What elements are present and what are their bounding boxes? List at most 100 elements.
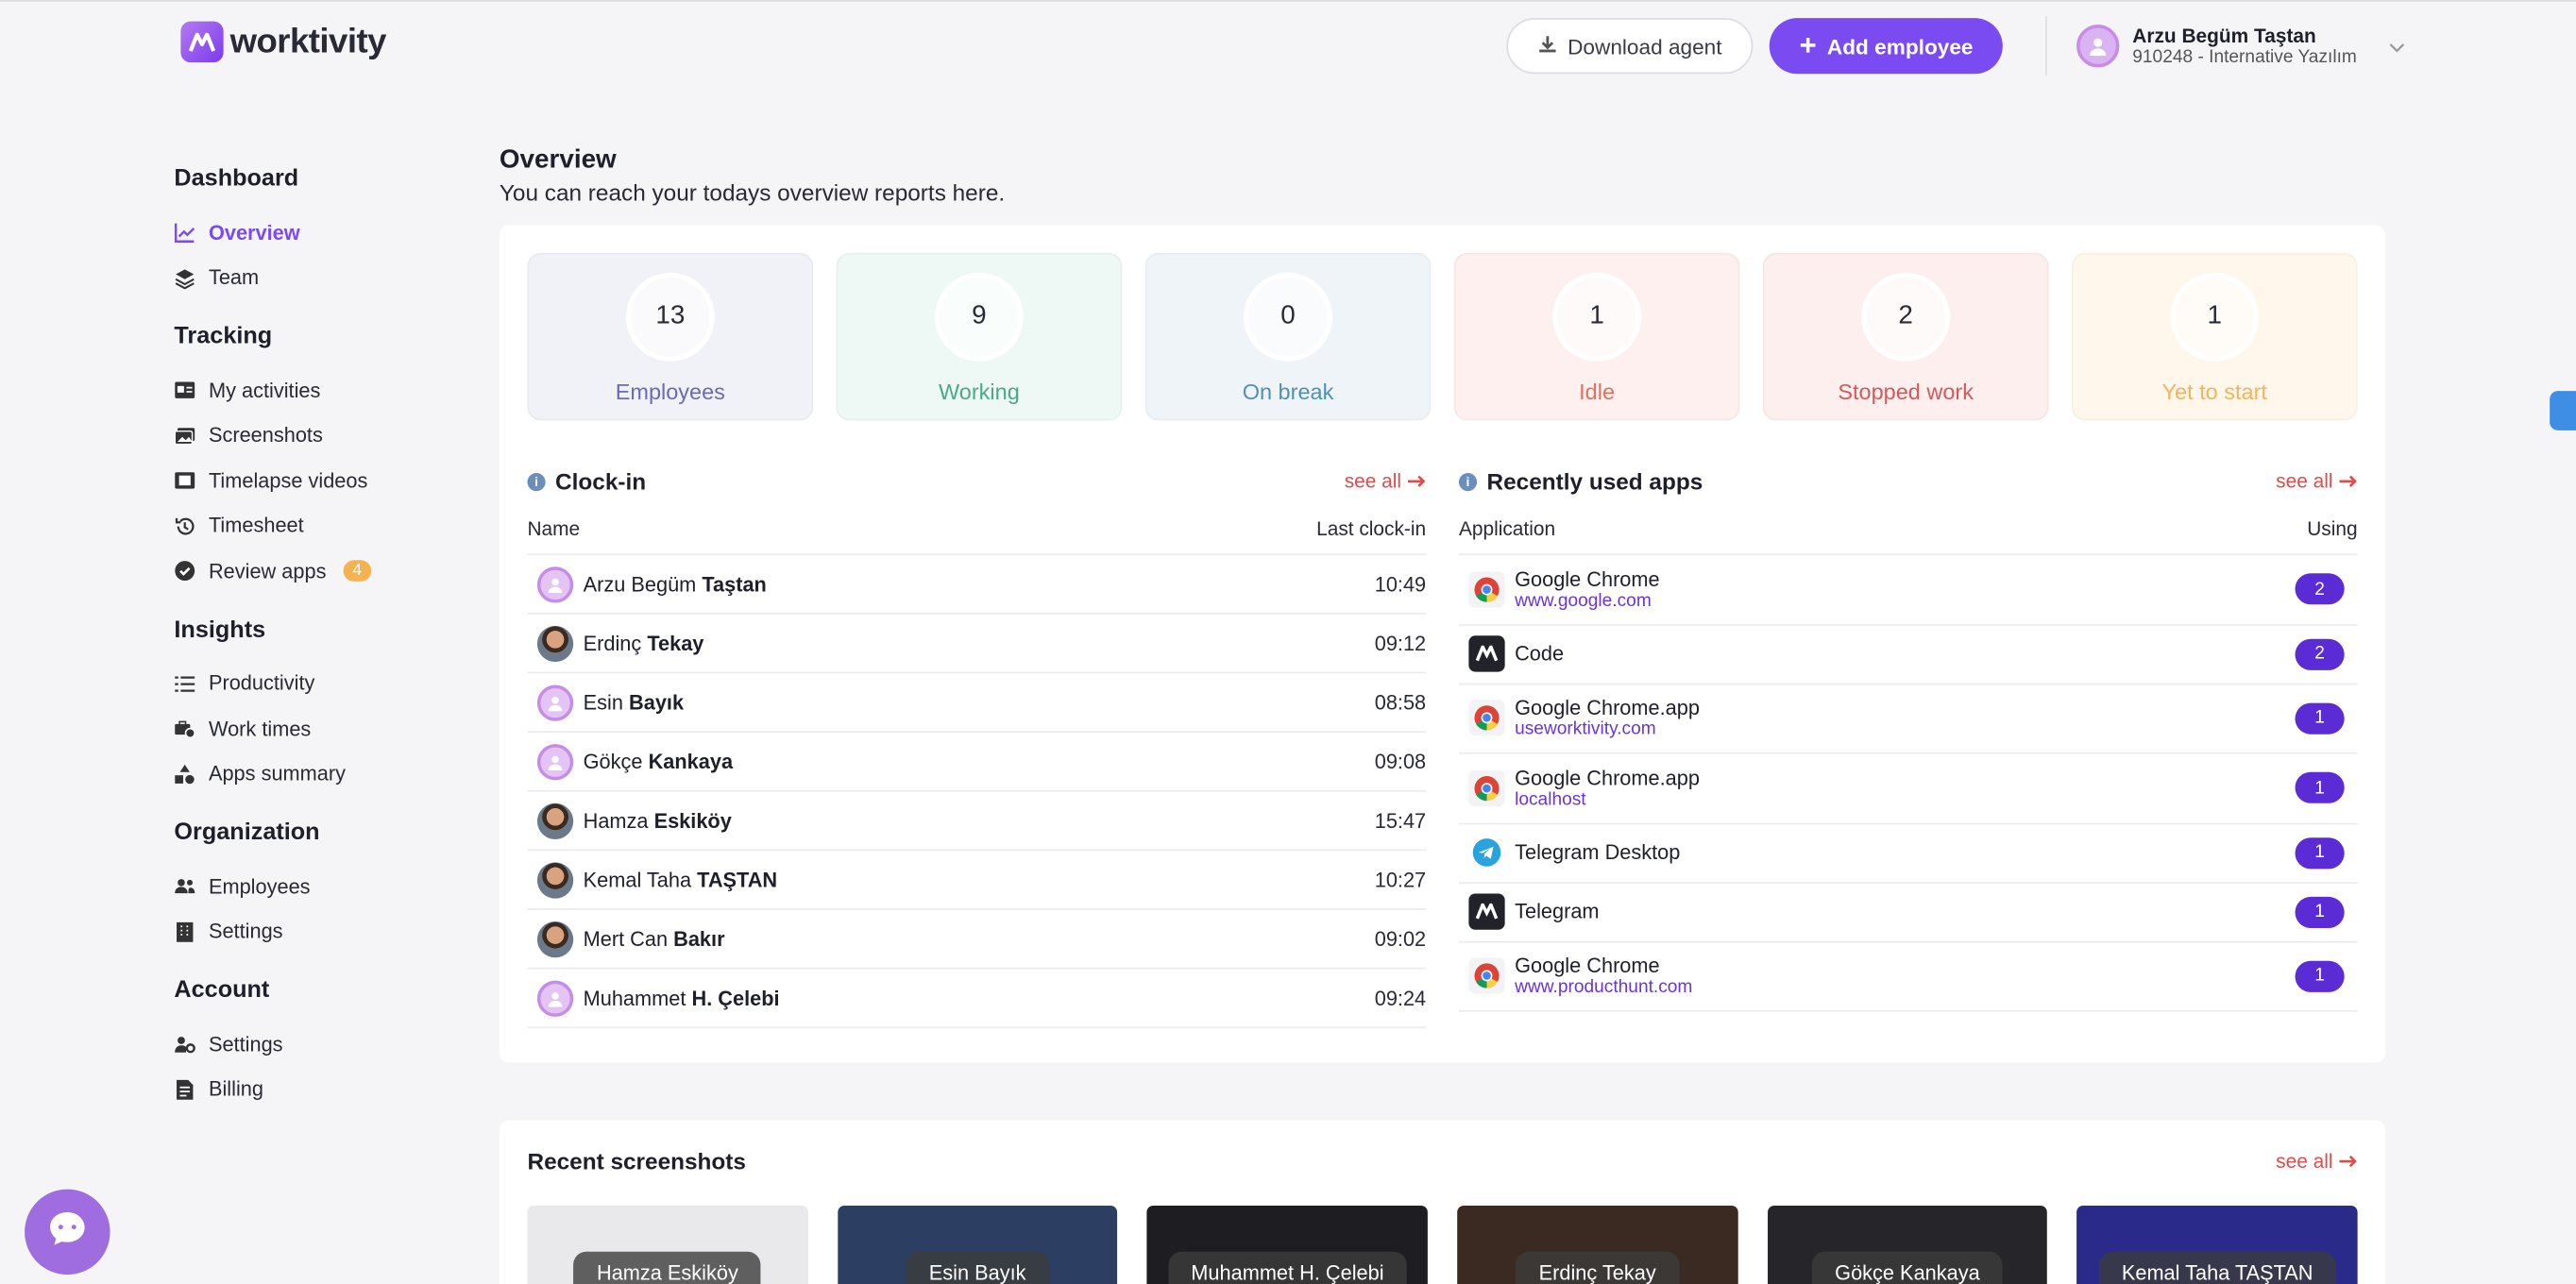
- employee-first-name: Hamza: [583, 808, 649, 833]
- sidebar-item-screenshots[interactable]: Screenshots: [174, 414, 436, 459]
- clockin-time: 09:08: [1374, 750, 1427, 773]
- column-header-using: Using: [2307, 517, 2358, 541]
- chat-widget-button[interactable]: [25, 1189, 110, 1276]
- avatar: [536, 979, 574, 1017]
- chat-icon: [46, 1208, 89, 1256]
- screenshot-employee-name: Gökçe Kankaya: [1811, 1251, 2004, 1284]
- sidebar-heading-organization: Organization: [174, 819, 320, 846]
- stat-card[interactable]: 2 Stopped work: [1762, 252, 2049, 421]
- sidebar-item-label: Timelapse videos: [208, 469, 368, 493]
- sidebar-item-label: Settings: [208, 920, 283, 944]
- clockin-row[interactable]: Erdinç Tekay 09:12: [527, 615, 1427, 674]
- column-header-application: Application: [1458, 517, 1556, 541]
- sidebar-heading-tracking: Tracking: [174, 323, 273, 350]
- clockin-panel: i Clock-in see all Name Last clock-in Ar…: [527, 465, 1427, 1029]
- stat-card[interactable]: 1 Idle: [1453, 252, 1740, 421]
- clockin-row[interactable]: Muhammet H. Çelebi 09:24: [527, 969, 1427, 1029]
- screenshot-thumbnail[interactable]: Esin Bayık: [837, 1206, 1118, 1284]
- screenshot-employee-name: Esin Bayık: [906, 1251, 1049, 1284]
- stat-card[interactable]: 0 On break: [1144, 252, 1432, 421]
- screenshot-thumbnail[interactable]: Muhammet H. Çelebi: [1146, 1206, 1428, 1284]
- check-circle-icon: [174, 561, 195, 583]
- avatar: [536, 861, 574, 898]
- user-menu[interactable]: Arzu Begüm Taştan 910248 - Internative Y…: [2045, 16, 2405, 76]
- screenshot-thumbnail[interactable]: Erdinç Tekay: [1457, 1206, 1738, 1284]
- clockin-row[interactable]: Gökçe Kankaya 09:08: [527, 733, 1427, 792]
- screenshot-thumbnail[interactable]: Gökçe Kankaya: [1767, 1206, 2048, 1284]
- employee-last-name: Bayık: [629, 690, 685, 714]
- download-icon: [1538, 34, 1558, 59]
- briefcase-clock-icon: [174, 718, 196, 740]
- clockin-row[interactable]: Esin Bayık 08:58: [527, 673, 1427, 733]
- stat-card[interactable]: 9 Working: [836, 252, 1123, 421]
- screenshot-thumbnail[interactable]: Hamza Eskiköy: [527, 1206, 808, 1284]
- clockin-row[interactable]: Hamza Eskiköy 15:47: [527, 792, 1427, 852]
- app-row[interactable]: ClickUp1: [1459, 1012, 2358, 1014]
- app-row[interactable]: Google Chrome www.producthunt.com 1: [1458, 942, 2358, 1012]
- add-employee-button[interactable]: Add employee: [1770, 18, 2003, 75]
- sidebar-item-timelapse-videos[interactable]: Timelapse videos: [174, 458, 436, 503]
- app-domain: useworktivity.com: [1515, 719, 1656, 740]
- clockin-see-all-link[interactable]: see all: [1345, 470, 1426, 493]
- column-header-name: Name: [527, 517, 581, 541]
- apps-list[interactable]: Google Chrome www.google.com 2 Code 2 Google …: [1458, 553, 2358, 1014]
- app-row[interactable]: Google Chrome.app localhost 1: [1458, 754, 2358, 824]
- feedback-tab[interactable]: [2550, 391, 2576, 431]
- users-icon: [174, 876, 195, 898]
- download-agent-label: Download agent: [1568, 33, 1722, 59]
- chevron-down-icon: [2389, 31, 2405, 60]
- clockin-row[interactable]: Kemal Taha TAŞTAN 10:27: [527, 851, 1427, 910]
- sidebar-item-review-apps[interactable]: Review apps 4: [174, 549, 436, 594]
- sidebar-item-billing[interactable]: Billing: [174, 1067, 436, 1112]
- app-row[interactable]: Code 2: [1458, 625, 2358, 684]
- sidebar-item-my-activities[interactable]: My activities: [174, 368, 436, 414]
- sidebar-item-label: Timesheet: [208, 514, 304, 538]
- list-icon: [174, 673, 195, 695]
- stat-value: 0: [1244, 272, 1332, 362]
- chrome-icon: [1468, 571, 1505, 608]
- sidebar-item-apps-summary[interactable]: Apps summary: [174, 752, 436, 797]
- sidebar-heading-insights: Insights: [174, 617, 266, 644]
- stat-card[interactable]: 13 Employees: [527, 252, 814, 421]
- sidebar-item-account-settings[interactable]: Settings: [174, 1022, 436, 1067]
- column-header-last-clockin: Last clock-in: [1316, 517, 1427, 541]
- arrow-right-icon: [1408, 470, 1426, 493]
- app-domain: www.google.com: [1515, 590, 1652, 611]
- brand-logo[interactable]: worktivity: [180, 21, 386, 63]
- sidebar: Dashboard Overview Team Tracking My acti…: [174, 166, 436, 1135]
- apps-see-all-link[interactable]: see all: [2276, 470, 2357, 493]
- sidebar-item-label: Apps summary: [208, 762, 346, 786]
- app-row[interactable]: Google Chrome www.google.com 2: [1458, 555, 2358, 625]
- apps-title: Recently used apps: [1486, 467, 1703, 495]
- sidebar-item-employees[interactable]: Employees: [174, 864, 436, 909]
- sidebar-item-label: Screenshots: [208, 424, 323, 448]
- avatar: [536, 802, 574, 839]
- sidebar-item-overview[interactable]: Overview: [174, 211, 436, 256]
- employee-last-name: H. Çelebi: [691, 986, 780, 1010]
- sidebar-item-team[interactable]: Team: [174, 256, 436, 301]
- stat-label: Employees: [615, 379, 725, 404]
- employee-name: Esin Bayık: [584, 691, 684, 714]
- download-agent-button[interactable]: Download agent: [1506, 18, 1754, 75]
- clockin-time: 09:24: [1374, 986, 1427, 1010]
- app-row[interactable]: Telegram Desktop 1: [1458, 824, 2358, 884]
- employee-last-name: Taştan: [702, 572, 767, 596]
- info-icon: i: [527, 472, 546, 491]
- stat-card[interactable]: 1 Yet to start: [2071, 252, 2358, 421]
- sidebar-item-org-settings[interactable]: Settings: [174, 909, 436, 955]
- sidebar-item-productivity[interactable]: Productivity: [174, 661, 436, 706]
- employee-first-name: Gökçe: [583, 750, 643, 773]
- avatar: [536, 684, 574, 720]
- chart-line-icon: [174, 222, 195, 244]
- clockin-row[interactable]: Arzu Begüm Taştan 10:49: [527, 555, 1427, 615]
- screenshots-see-all-link[interactable]: see all: [2276, 1150, 2357, 1173]
- screenshot-thumbnail[interactable]: Kemal Taha TAŞTAN: [2076, 1206, 2358, 1284]
- sidebar-item-timesheet[interactable]: Timesheet: [174, 503, 436, 549]
- add-employee-label: Add employee: [1826, 33, 1974, 59]
- clockin-row[interactable]: Mert Can Bakır 09:02: [527, 910, 1427, 970]
- app-row[interactable]: Google Chrome.app useworktivity.com 1: [1458, 684, 2358, 754]
- sidebar-item-work-times[interactable]: Work times: [174, 706, 436, 752]
- app-row[interactable]: Telegram 1: [1458, 883, 2358, 942]
- employee-first-name: Erdinç: [583, 631, 642, 655]
- worktivity-icon: [1468, 893, 1505, 930]
